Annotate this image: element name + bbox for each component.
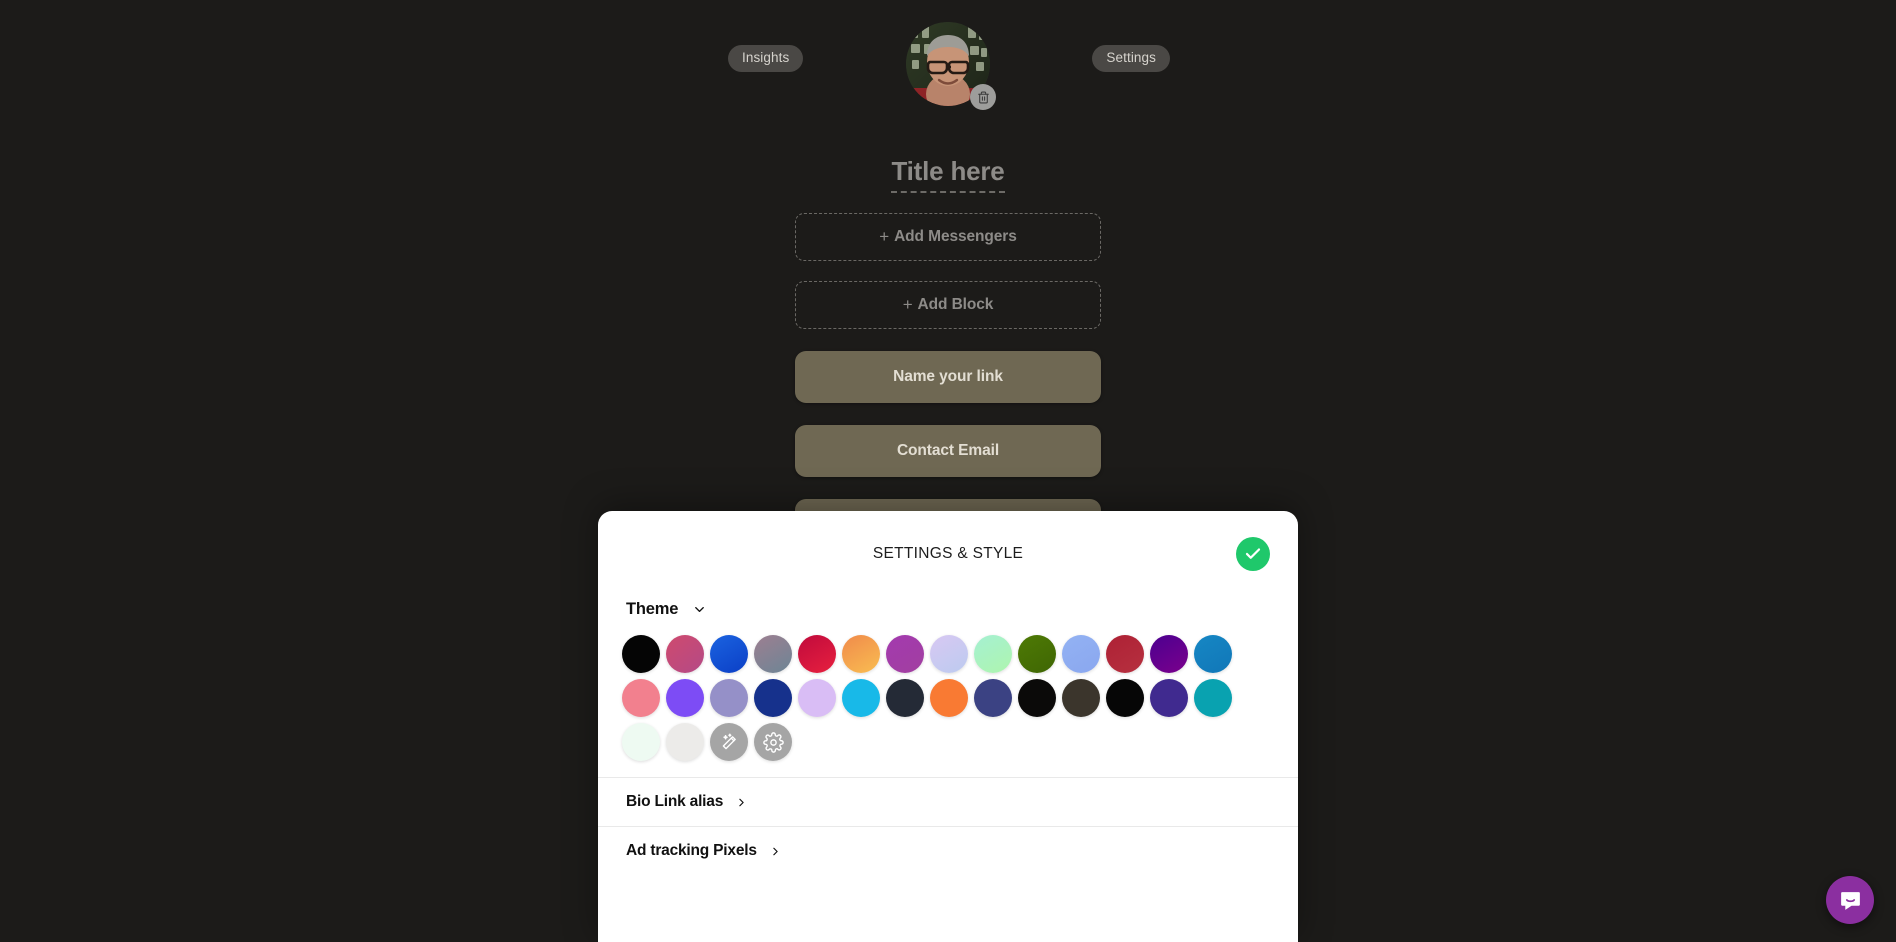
delete-avatar-button[interactable] [970, 84, 996, 110]
chat-bubble-icon [1840, 891, 1860, 910]
add-messengers-label: Add Messengers [894, 228, 1017, 245]
swatch-charcoal-navy[interactable] [886, 679, 924, 717]
swatch-near-black[interactable] [1018, 679, 1056, 717]
settings-style-sheet: SETTINGS & STYLE Theme Bio Link alias Ad… [598, 511, 1298, 942]
swatch-lavender-pastel[interactable] [930, 635, 968, 673]
check-icon [1245, 548, 1261, 559]
swatch-gear-icon[interactable] [754, 723, 792, 761]
row-label: Ad tracking Pixels [626, 842, 757, 859]
swatch-deep-violet[interactable] [1150, 635, 1188, 673]
swatch-off-white[interactable] [666, 723, 704, 761]
swatch-violet-indigo[interactable] [666, 679, 704, 717]
sheet-header: SETTINGS & STYLE [598, 511, 1298, 597]
swatch-brick-red[interactable] [1106, 635, 1144, 673]
plus-icon: + [902, 295, 913, 314]
done-button[interactable] [1236, 537, 1270, 571]
swatch-pure-black[interactable] [1106, 679, 1144, 717]
swatch-ocean-blue[interactable] [1194, 635, 1232, 673]
swatch-muted-purple[interactable] [710, 679, 748, 717]
intercom-chat-launcher[interactable] [1826, 876, 1874, 924]
add-block-button[interactable]: + Add Block [795, 281, 1101, 329]
swatch-dark-olive-brown[interactable] [1062, 679, 1100, 717]
chevron-right-icon [769, 845, 782, 858]
app-root: Insights Settings Title here + Add Messe… [0, 0, 1896, 942]
plus-icon: + [879, 227, 890, 246]
theme-swatch-grid[interactable] [598, 629, 1298, 777]
row-label: Bio Link alias [626, 793, 724, 810]
chevron-right-icon [735, 796, 748, 809]
chevron-down-icon [692, 602, 707, 617]
link-button-name-your-link[interactable]: Name your link [795, 351, 1101, 403]
swatch-orange-amber[interactable] [842, 635, 880, 673]
swatch-crimson[interactable] [798, 635, 836, 673]
theme-label: Theme [626, 600, 679, 618]
settings-button[interactable]: Settings [1092, 45, 1170, 72]
avatar-wrapper[interactable] [906, 22, 996, 110]
bio-link-editor: Insights Settings Title here + Add Messe… [728, 0, 1170, 551]
page-title-placeholder[interactable]: Title here [891, 156, 1005, 193]
swatch-royal-blue[interactable] [710, 635, 748, 673]
row-ad-tracking-pixels[interactable]: Ad tracking Pixels [598, 827, 1298, 875]
swatch-light-lilac[interactable] [798, 679, 836, 717]
swatch-teal[interactable] [1194, 679, 1232, 717]
row-bio-link-alias[interactable]: Bio Link alias [598, 778, 1298, 826]
swatch-indigo-purple[interactable] [1150, 679, 1188, 717]
swatch-mauve-steel[interactable] [754, 635, 792, 673]
sheet-title: SETTINGS & STYLE [872, 545, 1024, 562]
swatch-salmon-pink[interactable] [622, 679, 660, 717]
swatch-black[interactable] [622, 635, 660, 673]
add-block-label: Add Block [917, 296, 994, 313]
swatch-mint-white[interactable] [622, 723, 660, 761]
swatch-mint-pastel[interactable] [974, 635, 1012, 673]
swatch-olive-green[interactable] [1018, 635, 1056, 673]
swatch-navy-blue[interactable] [754, 679, 792, 717]
swatch-bright-orange[interactable] [930, 679, 968, 717]
swatch-cyan-sky[interactable] [842, 679, 880, 717]
editor-header: Insights Settings [728, 22, 1170, 142]
add-messengers-button[interactable]: + Add Messengers [795, 213, 1101, 261]
swatch-rose-magenta[interactable] [666, 635, 704, 673]
swatch-magic-wand-icon[interactable] [710, 723, 748, 761]
insights-button[interactable]: Insights [728, 45, 804, 72]
swatch-periwinkle[interactable] [1062, 635, 1100, 673]
theme-section-toggle[interactable]: Theme [598, 600, 735, 619]
swatch-slate-indigo[interactable] [974, 679, 1012, 717]
swatch-purple-orchid[interactable] [886, 635, 924, 673]
link-button-contact-email[interactable]: Contact Email [795, 425, 1101, 477]
